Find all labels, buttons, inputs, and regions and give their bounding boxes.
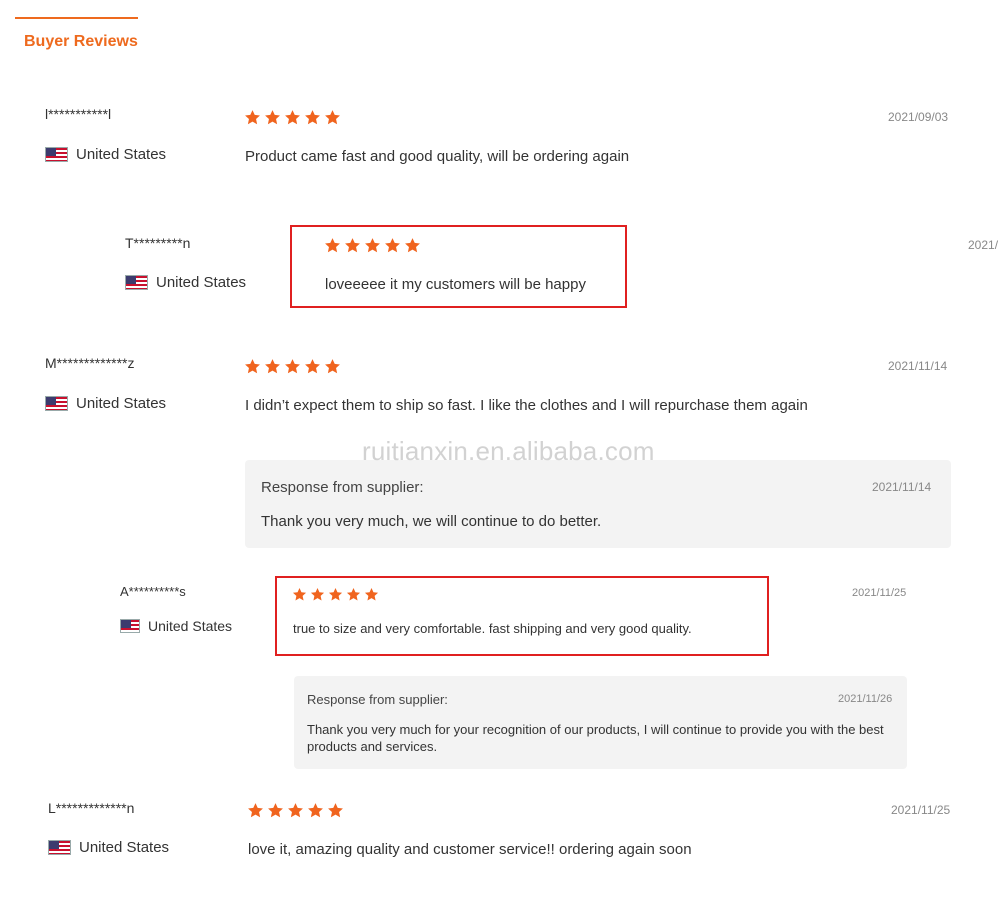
review-text: love it, amazing quality and customer se… bbox=[248, 841, 692, 858]
review-date: 2021/ bbox=[968, 238, 999, 252]
star-icon bbox=[287, 802, 304, 819]
response-text: Thank you very much, we will continue to… bbox=[261, 513, 602, 530]
review-date: 2021/11/25 bbox=[891, 803, 951, 817]
reviewer-country: United States bbox=[45, 146, 166, 163]
country-label: United States bbox=[148, 618, 233, 634]
country-label: United States bbox=[76, 146, 167, 163]
country-label: United States bbox=[79, 839, 170, 856]
country-label: United States bbox=[76, 395, 167, 412]
reviewer-name: l***********l bbox=[45, 106, 112, 122]
star-icon bbox=[244, 109, 261, 126]
response-text: Thank you very much for your recognition… bbox=[307, 722, 884, 754]
reviewer-name: M*************z bbox=[45, 355, 135, 371]
reviews-tab-indicator bbox=[15, 17, 138, 19]
us-flag-icon bbox=[45, 147, 68, 162]
us-flag-icon bbox=[120, 619, 140, 633]
review-text: Product came fast and good quality, will… bbox=[245, 148, 630, 165]
response-date: 2021/11/26 bbox=[838, 693, 893, 705]
star-icon bbox=[324, 109, 341, 126]
star-icon bbox=[292, 587, 307, 602]
star-icon bbox=[324, 237, 341, 254]
supplier-response: Response from supplier: 2021/11/14 Thank… bbox=[245, 460, 951, 548]
star-icon bbox=[346, 587, 361, 602]
star-icon bbox=[384, 237, 401, 254]
reviewer-country: United States bbox=[125, 274, 246, 291]
star-icon bbox=[327, 802, 344, 819]
star-rating bbox=[244, 358, 341, 375]
review-text: I didn’t expect them to ship so fast. I … bbox=[245, 397, 808, 414]
response-label: Response from supplier: bbox=[307, 692, 448, 707]
star-rating bbox=[292, 587, 379, 602]
us-flag-icon bbox=[45, 396, 68, 411]
star-icon bbox=[267, 802, 284, 819]
watermark: ruitianxin.en.alibaba.com bbox=[362, 436, 655, 466]
star-icon bbox=[304, 109, 321, 126]
us-flag-icon bbox=[125, 275, 148, 290]
star-icon bbox=[344, 237, 361, 254]
star-icon bbox=[284, 109, 301, 126]
star-icon bbox=[304, 358, 321, 375]
star-icon bbox=[364, 587, 379, 602]
reviewer-name: T*********n bbox=[125, 235, 191, 251]
response-date: 2021/11/14 bbox=[872, 480, 932, 494]
star-rating bbox=[247, 802, 344, 819]
star-icon bbox=[404, 237, 421, 254]
reviewer-name: L*************n bbox=[48, 800, 135, 816]
country-label: United States bbox=[156, 274, 247, 291]
star-icon bbox=[284, 358, 301, 375]
review-date: 2021/09/03 bbox=[888, 110, 949, 124]
star-icon bbox=[328, 587, 343, 602]
star-icon bbox=[264, 358, 281, 375]
star-icon bbox=[310, 587, 325, 602]
star-icon bbox=[247, 802, 264, 819]
reviewer-country: United States bbox=[120, 618, 232, 634]
tab-buyer-reviews[interactable]: Buyer Reviews bbox=[24, 33, 138, 51]
review-text: loveeeee it my customers will be happy bbox=[325, 276, 586, 293]
star-icon bbox=[264, 109, 281, 126]
review-date: 2021/11/25 bbox=[852, 587, 907, 599]
reviewer-name: A**********s bbox=[120, 584, 186, 599]
star-icon bbox=[324, 358, 341, 375]
star-icon bbox=[307, 802, 324, 819]
reviewer-country: United States bbox=[48, 839, 169, 856]
star-rating bbox=[324, 237, 421, 254]
response-label: Response from supplier: bbox=[261, 479, 424, 496]
supplier-response: Response from supplier: 2021/11/26 Thank… bbox=[294, 676, 907, 769]
star-icon bbox=[364, 237, 381, 254]
reviewer-country: United States bbox=[45, 395, 166, 412]
review-text: true to size and very comfortable. fast … bbox=[293, 621, 692, 636]
star-icon bbox=[244, 358, 261, 375]
review-date: 2021/11/14 bbox=[888, 359, 948, 373]
star-rating bbox=[244, 109, 341, 126]
us-flag-icon bbox=[48, 840, 71, 855]
